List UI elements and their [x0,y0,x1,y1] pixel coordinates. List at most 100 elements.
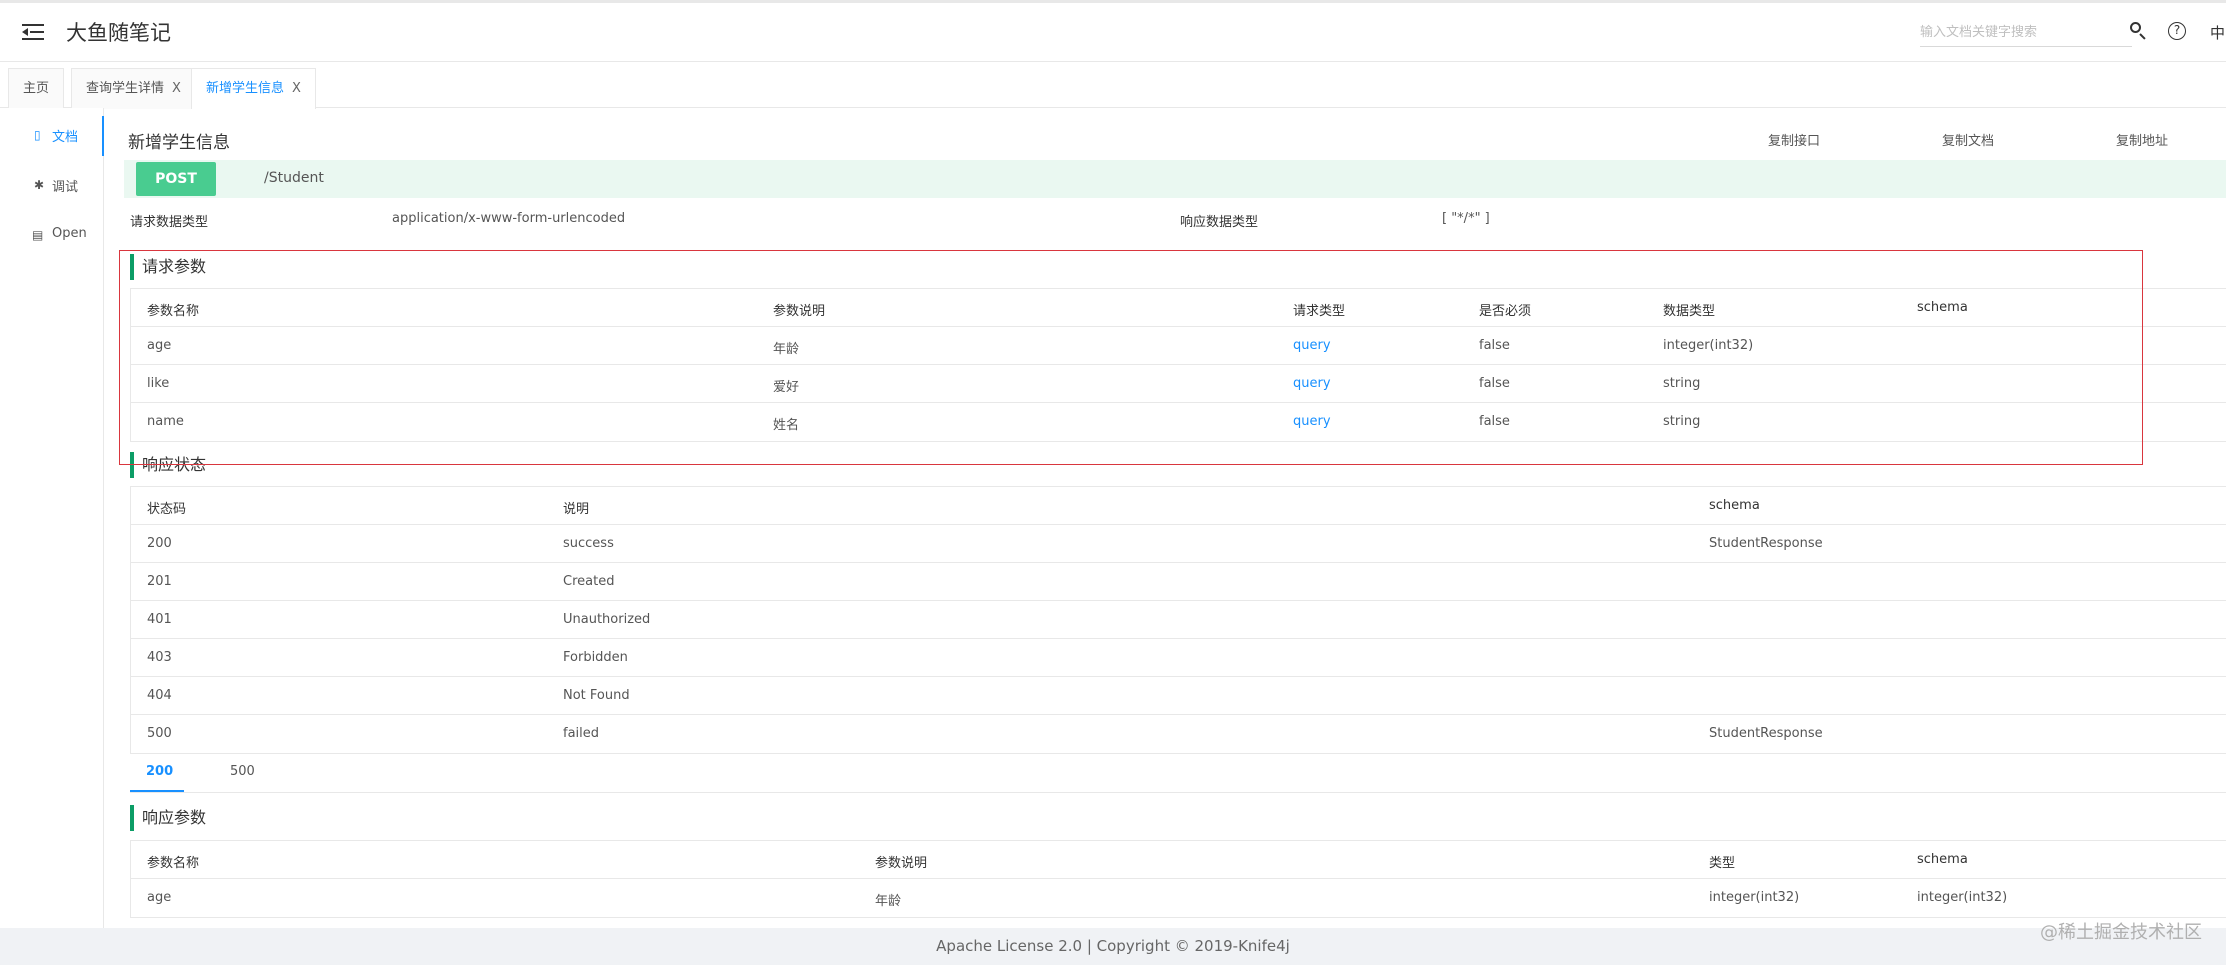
param-type: integer(int32) [1663,338,1754,353]
response-status-table: 状态码 说明 schema 200 success StudentRespons… [130,486,2226,754]
status-code: 201 [147,574,172,589]
table-row: 500 failed StudentResponse [131,715,2226,753]
status-code: 500 [147,726,172,741]
document-icon: ▯ [34,128,41,142]
top-header: 大鱼随笔记 ? 中 [0,0,2226,62]
sidebar-item-label: Open [52,226,87,241]
sidebar: ▯ 文档 ✱ 调试 ▤ Open [0,108,104,928]
param-required: false [1479,376,1510,391]
request-params-heading: 请求参数 [130,254,206,280]
table-row: age 年龄 query false integer(int32) [131,327,2226,365]
status-code: 200 [147,536,172,551]
tab-label: 查询学生详情 [86,81,165,96]
sidebar-item-label: 调试 [52,180,79,195]
response-params-table: 参数名称 参数说明 类型 schema age 年龄 integer(int32… [130,840,2226,918]
active-tab-indicator [130,790,184,792]
tab-query-student[interactable]: 查询学生详情 X [71,68,196,109]
param-in-link[interactable]: query [1293,338,1331,353]
param-required: false [1479,338,1510,353]
language-toggle[interactable]: 中 [2210,22,2225,43]
param-name: like [147,376,170,391]
tab-bar: 主页 查询学生详情 X 新增学生信息 X [0,62,2226,109]
param-in-link[interactable]: query [1293,376,1331,391]
tab-add-student[interactable]: 新增学生信息 X [191,68,316,109]
sidebar-item-doc[interactable]: ▯ 文档 [0,116,104,156]
table-row: 404 Not Found [131,677,2226,715]
column-header: 参数说明 [773,304,826,319]
request-type-value: application/x-www-form-urlencoded [392,211,626,226]
column-header: 参数说明 [875,856,928,871]
column-header: 请求类型 [1293,304,1346,319]
table-header-row: 参数名称 参数说明 类型 schema [131,841,2226,879]
tab-response-500[interactable]: 500 [230,764,255,779]
table-row: like 爱好 query false string [131,365,2226,403]
table-header-row: 参数名称 参数说明 请求类型 是否必须 数据类型 schema [131,289,2226,327]
status-code: 403 [147,650,172,665]
api-title: 新增学生信息 [128,133,230,153]
status-desc: Forbidden [563,650,628,665]
status-desc: failed [563,726,600,741]
search-input[interactable] [1920,19,2132,45]
copy-api-button[interactable]: 复制接口 [1768,130,1820,149]
tab-label: 主页 [23,81,50,96]
main-content: 新增学生信息 复制接口 复制文档 复制地址 POST /Student 请求数据… [104,108,2226,928]
close-icon[interactable]: X [292,81,301,96]
table-row: name 姓名 query false string [131,403,2226,441]
sidebar-item-label: 文档 [52,130,79,145]
help-icon[interactable]: ? [2168,22,2186,40]
footer: Apache License 2.0 | Copyright © 2019-Kn… [0,928,2226,965]
column-header: 说明 [563,502,590,517]
column-header: schema [1709,498,1760,513]
method-badge: POST [136,162,216,196]
column-header: 状态码 [147,502,187,517]
tab-response-200[interactable]: 200 [146,764,173,779]
status-code: 401 [147,612,172,627]
column-header: 类型 [1709,856,1736,871]
status-schema: StudentResponse [1709,536,1823,551]
status-schema: StudentResponse [1709,726,1823,741]
param-type: integer(int32) [1709,890,1800,905]
column-header: 是否必须 [1479,304,1532,319]
status-desc: success [563,536,614,551]
param-required: false [1479,414,1510,429]
param-desc: 爱好 [773,380,800,395]
status-desc: Unauthorized [563,612,651,627]
copy-url-button[interactable]: 复制地址 [2116,130,2168,149]
search-icon[interactable] [2128,20,2150,42]
column-header: 数据类型 [1663,304,1716,319]
param-schema: integer(int32) [1917,890,2008,905]
response-status-heading: 响应状态 [130,452,206,478]
table-row: 200 success StudentResponse [131,525,2226,563]
request-params-table: 参数名称 参数说明 请求类型 是否必须 数据类型 schema age 年龄 q… [130,288,2226,442]
copy-doc-button[interactable]: 复制文档 [1942,130,1994,149]
table-header-row: 状态码 说明 schema [131,487,2226,525]
column-header: 参数名称 [147,856,200,871]
sidebar-item-debug[interactable]: ✱ 调试 [0,166,104,206]
table-row: 201 Created [131,563,2226,601]
file-icon: ▤ [32,228,44,242]
column-header: 参数名称 [147,304,200,319]
param-in-link[interactable]: query [1293,414,1331,429]
table-row: 401 Unauthorized [131,601,2226,639]
status-code: 404 [147,688,172,703]
response-type-value: [ "*/*" ] [1442,211,1490,226]
sidebar-item-open[interactable]: ▤ Open [0,216,104,256]
response-type-label: 响应数据类型 [1180,215,1259,230]
table-row: 403 Forbidden [131,639,2226,677]
param-name: age [147,338,172,353]
param-name: name [147,414,184,429]
param-type: string [1663,376,1701,391]
endpoint-path: /Student [264,170,324,186]
app-title: 大鱼随笔记 [66,21,171,45]
tab-home[interactable]: 主页 [8,68,65,109]
param-desc: 年龄 [773,342,800,357]
column-header: schema [1917,300,1968,315]
menu-fold-icon[interactable] [22,23,44,41]
param-desc: 姓名 [773,418,800,433]
request-type-label: 请求数据类型 [130,215,209,230]
endpoint-bar: POST /Student [124,160,2226,198]
close-icon[interactable]: X [172,81,181,96]
table-row: age 年龄 integer(int32) integer(int32) [131,879,2226,917]
search-box [1920,19,2132,47]
param-name: age [147,890,172,905]
